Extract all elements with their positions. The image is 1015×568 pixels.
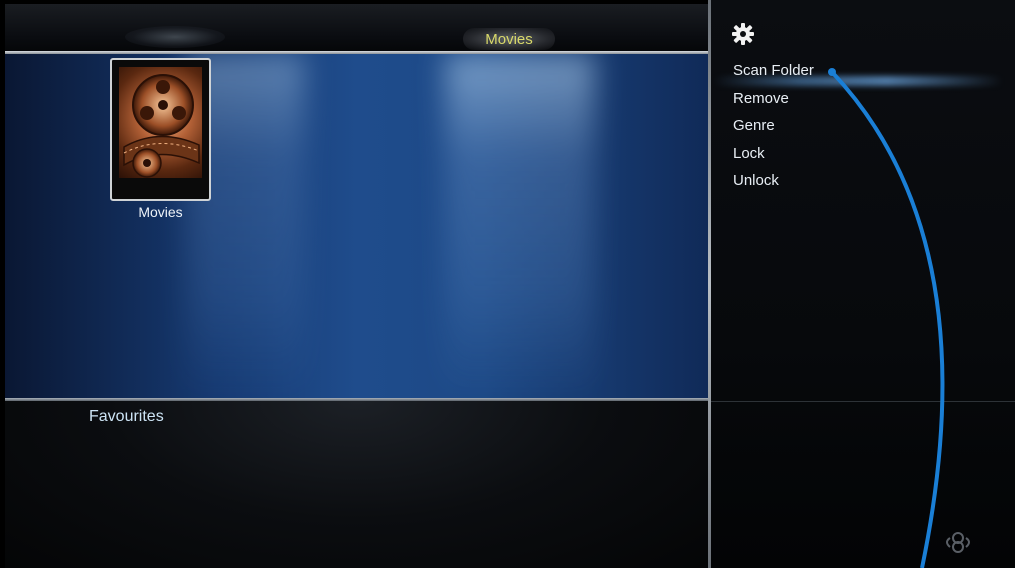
light-beam — [445, 54, 595, 398]
page-title: Movies — [485, 30, 533, 48]
favourites-panel — [5, 401, 708, 568]
film-reel-icon — [119, 67, 202, 178]
tile-frame — [110, 58, 211, 201]
top-bar-glow — [125, 26, 225, 48]
top-bar: Movies — [5, 4, 708, 52]
remote-icon — [946, 532, 970, 553]
side-menu: Scan Folder Remove Genre Lock Unlock — [733, 60, 814, 198]
title-pill: Movies — [463, 28, 555, 50]
menu-item-genre[interactable]: Genre — [733, 115, 814, 143]
side-separator — [711, 401, 1015, 402]
media-tile-movies[interactable] — [110, 58, 211, 201]
menu-item-unlock[interactable]: Unlock — [733, 170, 814, 198]
media-tile-label: Movies — [138, 204, 183, 220]
gear-icon[interactable] — [731, 22, 755, 46]
menu-item-scan-folder[interactable]: Scan Folder — [733, 60, 814, 88]
menu-item-remove[interactable]: Remove — [733, 88, 814, 116]
menu-item-lock[interactable]: Lock — [733, 143, 814, 171]
favourites-heading[interactable]: Favourites — [89, 408, 164, 426]
